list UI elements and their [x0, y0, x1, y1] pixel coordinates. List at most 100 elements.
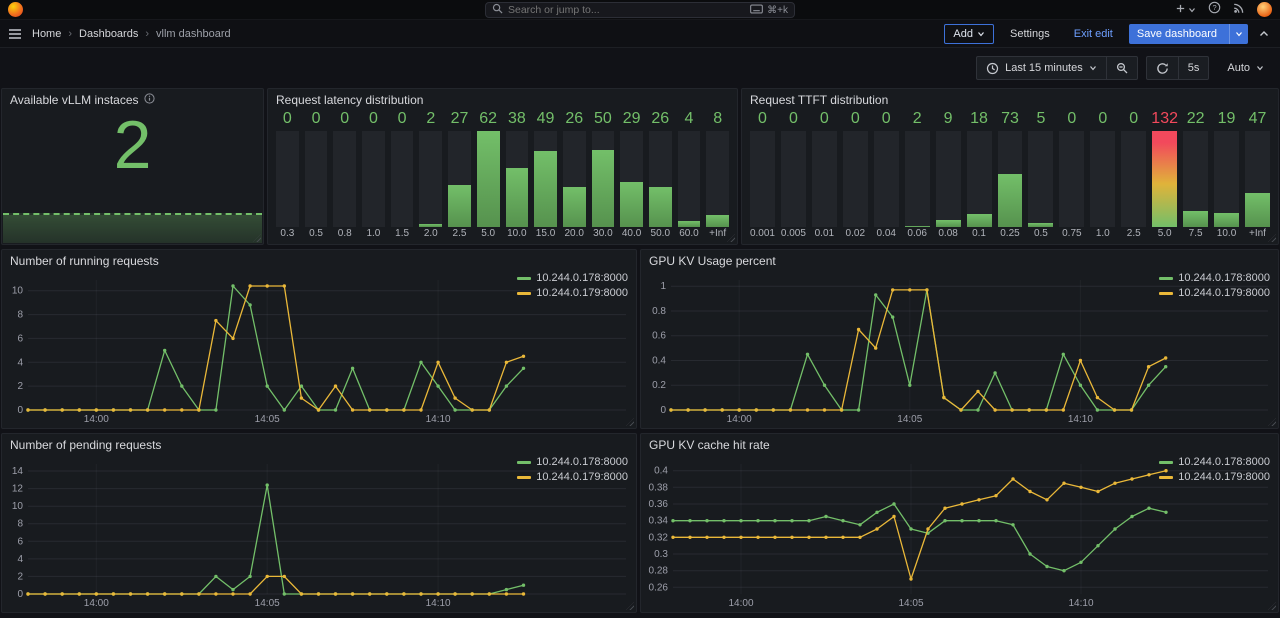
bar-track: [305, 131, 328, 227]
legend-swatch: [1159, 277, 1173, 280]
latency-bar-chart[interactable]: 00.300.500.801.001.522.0272.5625.03810.0…: [274, 109, 731, 241]
panel-request-ttft: Request TTFT distribution 00.00100.00500…: [741, 88, 1279, 245]
exit-edit-button[interactable]: Exit edit: [1066, 24, 1121, 44]
legend-item[interactable]: 10.244.0.179:8000: [1159, 287, 1270, 299]
menu-toggle[interactable]: [8, 28, 22, 40]
svg-text:8: 8: [17, 519, 23, 530]
bar-fill: [905, 226, 930, 227]
legend-label: 10.244.0.179:8000: [1178, 287, 1270, 299]
legend: 10.244.0.178:8000 10.244.0.179:8000: [1159, 456, 1270, 483]
bar-value-label: 38: [504, 109, 531, 129]
panel-title[interactable]: Available vLLM instaces: [2, 89, 263, 109]
svg-text:0.6: 0.6: [652, 331, 666, 342]
refresh-button[interactable]: [1146, 56, 1178, 80]
bar-x-label: 40.0: [618, 227, 645, 241]
add-panel-button[interactable]: Add: [944, 24, 994, 44]
legend-swatch: [517, 277, 531, 280]
auto-refresh-dropdown[interactable]: Auto: [1217, 56, 1274, 80]
bar-value-label: 22: [1181, 109, 1210, 129]
panel-title[interactable]: Request TTFT distribution: [742, 89, 1278, 109]
rss-icon: [1233, 1, 1245, 19]
zoom-out-button[interactable]: [1106, 56, 1138, 80]
bar-column: 00.001: [748, 109, 777, 241]
search-box[interactable]: ⌘+k: [485, 2, 795, 18]
panel-title[interactable]: Request latency distribution: [268, 89, 737, 109]
time-range-picker[interactable]: Last 15 minutes: [976, 56, 1106, 80]
bar-value-label: 27: [446, 109, 473, 129]
help-button[interactable]: ?: [1208, 1, 1221, 19]
help-icon: ?: [1208, 1, 1221, 19]
ttft-bar-chart[interactable]: 00.00100.00500.0100.0200.0420.0690.08180…: [748, 109, 1272, 241]
bar-x-label: 0.01: [810, 227, 839, 241]
bar-column: 180.1: [965, 109, 994, 241]
legend-label: 10.244.0.178:8000: [536, 272, 628, 284]
bar-track: [563, 131, 586, 227]
legend: 10.244.0.178:8000 10.244.0.179:8000: [517, 272, 628, 299]
svg-text:12: 12: [12, 484, 24, 495]
svg-text:6: 6: [17, 536, 23, 547]
bar-value-label: 47: [1243, 109, 1272, 129]
bar-x-label: 0.1: [965, 227, 994, 241]
refresh-interval-button[interactable]: 5s: [1178, 56, 1210, 80]
legend-item[interactable]: 10.244.0.178:8000: [1159, 456, 1270, 468]
bar-track: [1152, 131, 1177, 227]
breadcrumb-dashboards[interactable]: Dashboards: [79, 28, 138, 40]
top-nav: ⌘+k ?: [0, 0, 1280, 20]
legend-item[interactable]: 10.244.0.179:8000: [1159, 471, 1270, 483]
legend-item[interactable]: 10.244.0.178:8000: [517, 456, 628, 468]
svg-text:?: ?: [1212, 2, 1216, 11]
bar-column: 00.5: [303, 109, 330, 241]
panel-title[interactable]: GPU KV Usage percent: [641, 250, 1278, 270]
shortcut-label: ⌘+k: [767, 5, 788, 16]
bar-value-label: 29: [618, 109, 645, 129]
settings-button[interactable]: Settings: [1002, 24, 1058, 44]
grafana-logo[interactable]: [8, 2, 23, 17]
bar-value-label: 0: [274, 109, 301, 129]
bar-x-label: 2.0: [417, 227, 444, 241]
chevron-down-icon: [977, 30, 985, 38]
svg-text:14:00: 14:00: [728, 598, 753, 609]
bar-track: [592, 131, 615, 227]
panel-title[interactable]: GPU KV cache hit rate: [641, 434, 1278, 454]
bar-track: [967, 131, 992, 227]
svg-text:14:10: 14:10: [1068, 414, 1093, 425]
bar-value-label: 49: [532, 109, 559, 129]
new-menu-button[interactable]: [1175, 1, 1196, 19]
legend-label: 10.244.0.178:8000: [1178, 272, 1270, 284]
search-input[interactable]: [508, 4, 745, 16]
svg-text:10: 10: [12, 286, 24, 297]
bar-column: 5030.0: [590, 109, 617, 241]
user-avatar[interactable]: [1257, 2, 1272, 17]
auto-label: Auto: [1227, 62, 1250, 74]
save-options-button[interactable]: [1229, 24, 1248, 44]
panel-title[interactable]: Number of running requests: [2, 250, 636, 270]
bar-fill: [1152, 131, 1177, 227]
news-button[interactable]: [1233, 1, 1245, 19]
bar-column: 4915.0: [532, 109, 559, 241]
panel-title-label: Request latency distribution: [276, 90, 423, 110]
bar-value-label: 0: [748, 109, 777, 129]
bar-fill: [620, 182, 643, 227]
bar-x-label: 1.5: [389, 227, 416, 241]
legend-item[interactable]: 10.244.0.178:8000: [517, 272, 628, 284]
legend-item[interactable]: 10.244.0.178:8000: [1159, 272, 1270, 284]
svg-text:0.3: 0.3: [654, 549, 668, 560]
bar-x-label: 0.04: [872, 227, 901, 241]
bar-x-label: 0.02: [841, 227, 870, 241]
legend-item[interactable]: 10.244.0.179:8000: [517, 471, 628, 483]
svg-text:0.4: 0.4: [652, 356, 666, 367]
bar-x-label: 0.06: [903, 227, 932, 241]
panel-available-instances: Available vLLM instaces 2: [1, 88, 264, 245]
bar-x-label: 5.0: [475, 227, 502, 241]
bar-column: 460.0: [676, 109, 703, 241]
save-dashboard-button[interactable]: Save dashboard: [1129, 24, 1248, 44]
collapse-toolbar-button[interactable]: [1256, 28, 1272, 40]
legend-swatch: [517, 476, 531, 479]
legend-label: 10.244.0.179:8000: [1178, 471, 1270, 483]
panel-title[interactable]: Number of pending requests: [2, 434, 636, 454]
bar-fill: [506, 168, 529, 227]
legend-item[interactable]: 10.244.0.179:8000: [517, 287, 628, 299]
breadcrumb-home[interactable]: Home: [32, 28, 61, 40]
bar-value-label: 62: [475, 109, 502, 129]
bar-fill: [1245, 193, 1270, 227]
